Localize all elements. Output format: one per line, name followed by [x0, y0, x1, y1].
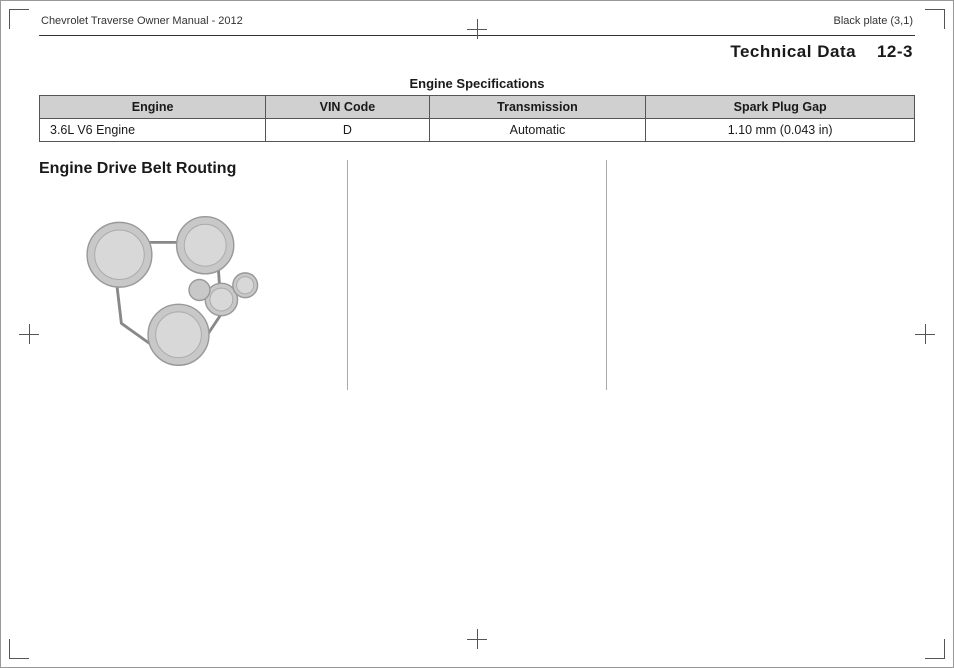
corner-mark-top-left	[9, 9, 29, 29]
engine-specs-section: Engine Specifications Engine VIN Code Tr…	[39, 76, 915, 142]
page-title: Technical Data 12-3	[730, 42, 913, 62]
belt-diagram	[49, 190, 289, 390]
pulley-small-right-inner	[210, 288, 233, 311]
pulley-tiny-center	[189, 280, 210, 301]
corner-mark-bottom-left	[9, 639, 29, 659]
belt-diagram-svg	[49, 190, 289, 390]
table-row: 3.6L V6 Engine D Automatic 1.10 mm (0.04…	[40, 119, 915, 142]
cell-transmission: Automatic	[429, 119, 646, 142]
cell-vin-code: D	[266, 119, 429, 142]
pulley-large-top-center-inner	[184, 224, 226, 266]
page-container: Chevrolet Traverse Owner Manual - 2012 B…	[0, 0, 954, 668]
col-transmission: Transmission	[429, 96, 646, 119]
content-left-panel: Engine Drive Belt Routing	[39, 160, 348, 390]
header-right-text: Black plate (3,1)	[834, 15, 913, 27]
corner-mark-bottom-right	[925, 639, 945, 659]
pulley-large-left-inner	[95, 230, 145, 280]
crosshair-bottom	[467, 629, 487, 649]
content-middle-panel	[348, 160, 607, 390]
col-vin-code: VIN Code	[266, 96, 429, 119]
header-left-text: Chevrolet Traverse Owner Manual - 2012	[41, 15, 243, 27]
crosshair-right	[915, 324, 935, 344]
page-title-row: Technical Data 12-3	[1, 36, 953, 72]
crosshair-left	[19, 324, 39, 344]
main-content: Engine Specifications Engine VIN Code Tr…	[1, 72, 953, 390]
specs-table: Engine VIN Code Transmission Spark Plug …	[39, 95, 915, 142]
table-header-row: Engine VIN Code Transmission Spark Plug …	[40, 96, 915, 119]
pulley-large-bottom-inner	[156, 312, 202, 358]
belt-routing-section: Engine Drive Belt Routing	[39, 160, 915, 390]
col-spark-plug-gap: Spark Plug Gap	[646, 96, 915, 119]
col-engine: Engine	[40, 96, 266, 119]
crosshair-top	[467, 19, 487, 39]
corner-mark-top-right	[925, 9, 945, 29]
pulley-small-far-right-inner	[237, 277, 254, 294]
engine-specs-title: Engine Specifications	[39, 76, 915, 91]
cell-spark-plug-gap: 1.10 mm (0.043 in)	[646, 119, 915, 142]
content-right-panel	[607, 160, 915, 390]
cell-engine: 3.6L V6 Engine	[40, 119, 266, 142]
belt-routing-title: Engine Drive Belt Routing	[39, 160, 337, 178]
